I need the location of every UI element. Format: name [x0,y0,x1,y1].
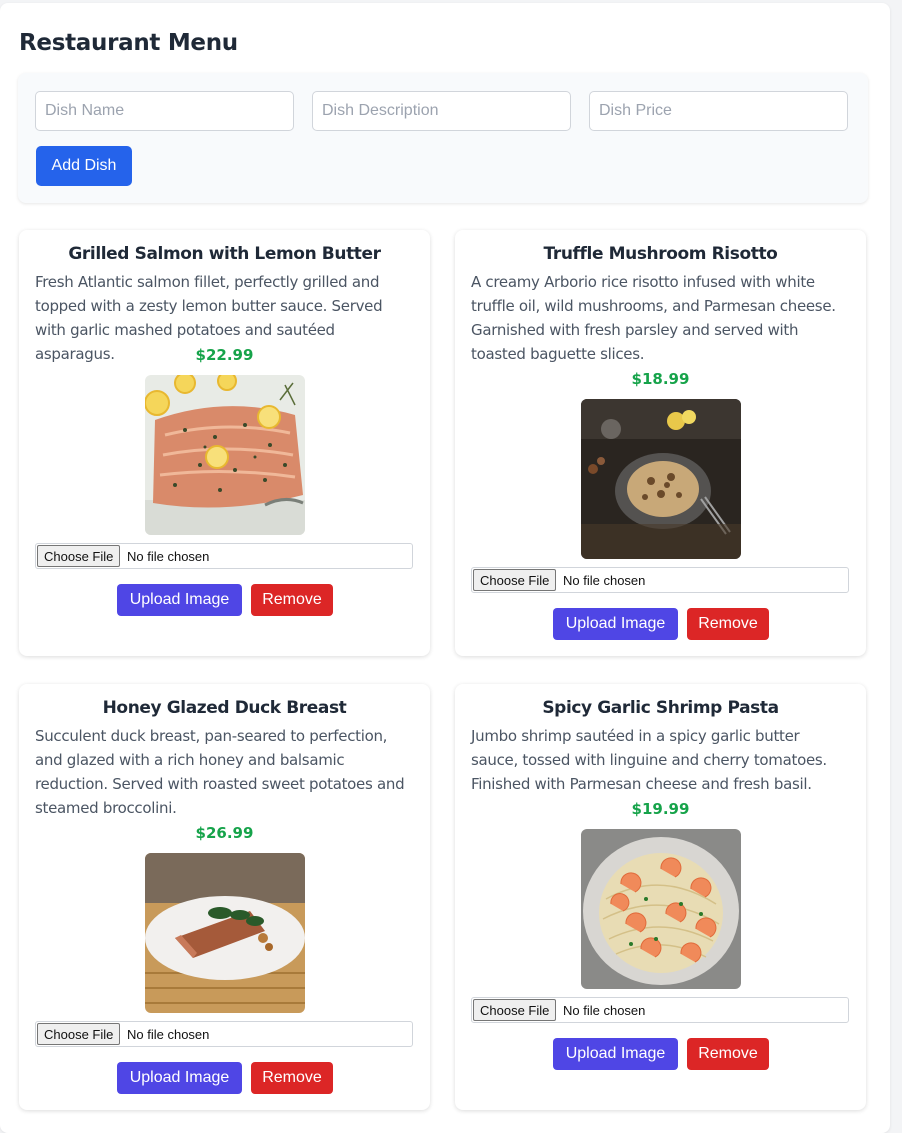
choose-file-button[interactable]: Choose File [473,999,557,1021]
dish-price-input[interactable] [589,91,848,131]
dish-price: $19.99 [631,800,690,818]
file-input[interactable]: Choose File No file chosen [35,543,413,569]
remove-button[interactable]: Remove [251,584,333,616]
dish-name: Truffle Mushroom Risotto [543,244,778,264]
dish-image [145,853,305,1013]
dish-price: $22.99 [195,346,254,364]
dish-description: Jumbo shrimp sautéed in a spicy garlic b… [471,727,827,793]
choose-file-button[interactable]: Choose File [473,569,557,591]
dish-image [145,375,305,535]
remove-button[interactable]: Remove [251,1062,333,1094]
file-status: No file chosen [563,1003,646,1018]
remove-button[interactable]: Remove [687,1038,769,1070]
upload-image-button[interactable]: Upload Image [117,584,242,616]
file-input[interactable]: Choose File No file chosen [471,567,849,593]
dish-name-input[interactable] [35,91,294,131]
dish-card: Honey Glazed Duck Breast Succulent duck … [19,684,430,1110]
dish-price: $26.99 [195,824,254,842]
add-dish-button[interactable]: Add Dish [36,146,132,186]
file-status: No file chosen [127,549,210,564]
dish-card: Spicy Garlic Shrimp Pasta Jumbo shrimp s… [455,684,866,1110]
choose-file-button[interactable]: Choose File [37,1023,121,1045]
dish-image [581,399,741,559]
choose-file-button[interactable]: Choose File [37,545,121,567]
dish-description-input[interactable] [312,91,571,131]
dish-card: Grilled Salmon with Lemon Butter Fresh A… [19,230,430,656]
dish-name: Spicy Garlic Shrimp Pasta [542,698,779,718]
file-status: No file chosen [563,573,646,588]
dish-image [581,829,741,989]
file-input[interactable]: Choose File No file chosen [35,1021,413,1047]
upload-image-button[interactable]: Upload Image [553,608,678,640]
dish-description: Succulent duck breast, pan-seared to per… [35,727,405,817]
page-title: Restaurant Menu [19,30,238,56]
add-dish-form: Add Dish [18,73,868,203]
upload-image-button[interactable]: Upload Image [553,1038,678,1070]
dish-name: Grilled Salmon with Lemon Butter [68,244,381,264]
dish-price: $18.99 [631,370,690,388]
upload-image-button[interactable]: Upload Image [117,1062,242,1094]
remove-button[interactable]: Remove [687,608,769,640]
dish-card: Truffle Mushroom Risotto A creamy Arbori… [455,230,866,656]
dish-name: Honey Glazed Duck Breast [102,698,347,718]
dish-description: A creamy Arborio rice risotto infused wi… [471,273,836,363]
file-input[interactable]: Choose File No file chosen [471,997,849,1023]
file-status: No file chosen [127,1027,210,1042]
